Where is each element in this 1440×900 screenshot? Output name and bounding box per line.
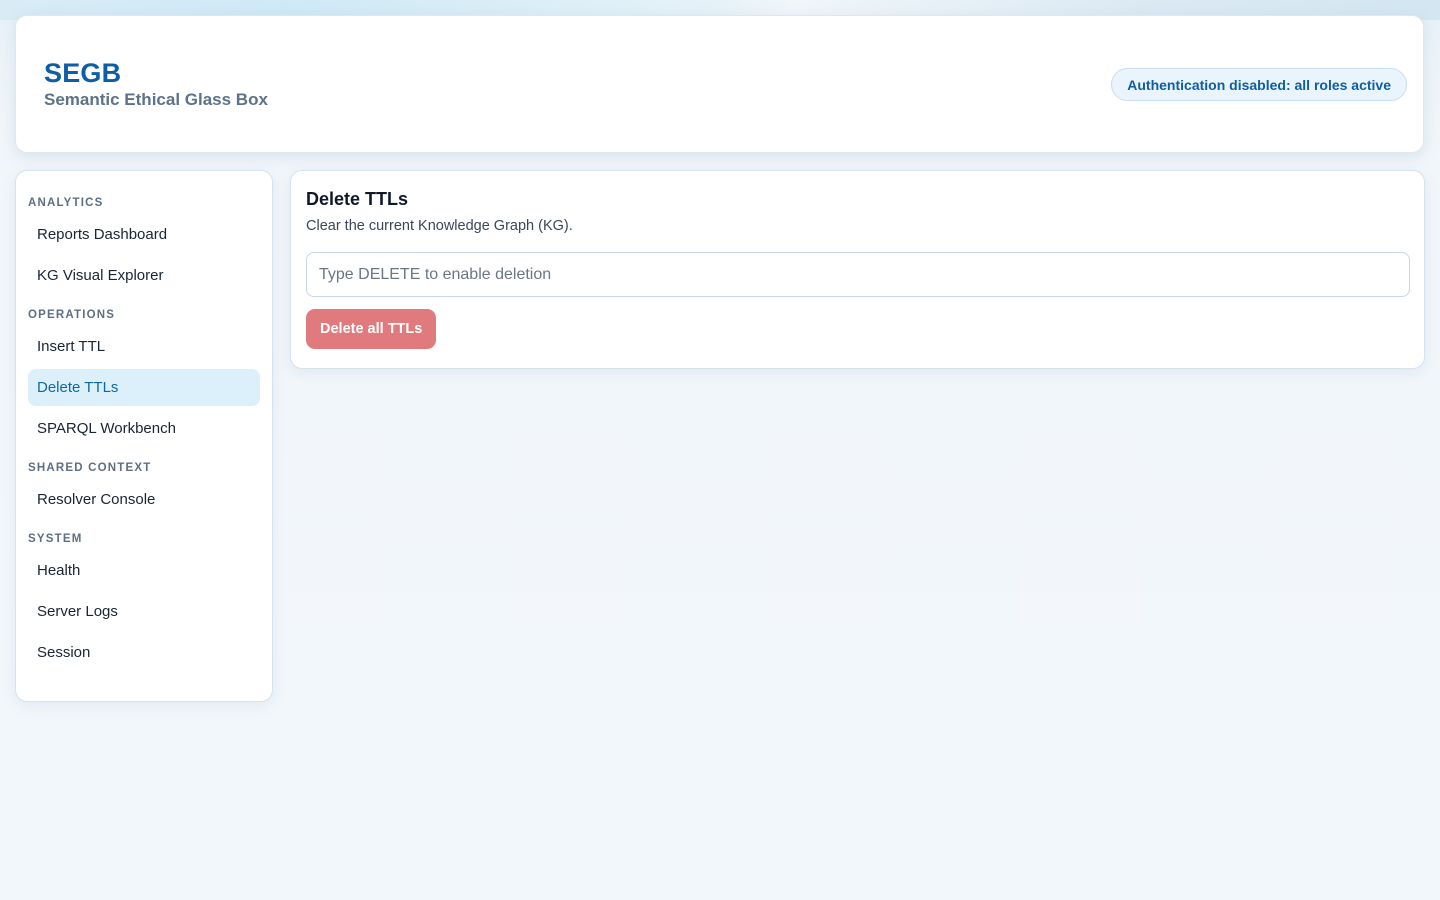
delete-ttls-panel: Delete TTLs Clear the current Knowledge … <box>290 170 1425 369</box>
sidebar-section-system: SYSTEM <box>28 533 83 545</box>
sidebar-item-resolver-console[interactable]: Resolver Console <box>28 481 260 518</box>
sidebar-item-reports-dashboard[interactable]: Reports Dashboard <box>28 216 260 253</box>
page-description: Clear the current Knowledge Graph (KG). <box>306 218 573 234</box>
sidebar-nav: ANALYTICS Reports Dashboard KG Visual Ex… <box>15 170 273 702</box>
sidebar-section-analytics: ANALYTICS <box>28 197 104 209</box>
app-subtitle: Semantic Ethical Glass Box <box>44 90 268 109</box>
sidebar-section-operations: OPERATIONS <box>28 309 116 321</box>
auth-status-badge: Authentication disabled: all roles activ… <box>1111 68 1407 101</box>
sidebar-item-insert-ttl[interactable]: Insert TTL <box>28 328 260 365</box>
app-title: SEGB <box>44 58 122 88</box>
sidebar-item-session[interactable]: Session <box>28 634 260 671</box>
sidebar-item-kg-visual-explorer[interactable]: KG Visual Explorer <box>28 257 260 294</box>
page-title: Delete TTLs <box>306 189 409 209</box>
sidebar-section-shared-context: SHARED CONTEXT <box>28 462 152 474</box>
sidebar-item-health[interactable]: Health <box>28 552 260 589</box>
sidebar-item-server-logs[interactable]: Server Logs <box>28 593 260 630</box>
delete-all-ttls-button[interactable]: Delete all TTLs <box>306 309 437 349</box>
sidebar-item-delete-ttls[interactable]: Delete TTLs <box>28 369 260 406</box>
delete-confirmation-input[interactable] <box>306 252 1410 297</box>
sidebar-item-sparql-workbench[interactable]: SPARQL Workbench <box>28 410 260 447</box>
app-header: SEGB Semantic Ethical Glass Box Authenti… <box>15 15 1424 153</box>
